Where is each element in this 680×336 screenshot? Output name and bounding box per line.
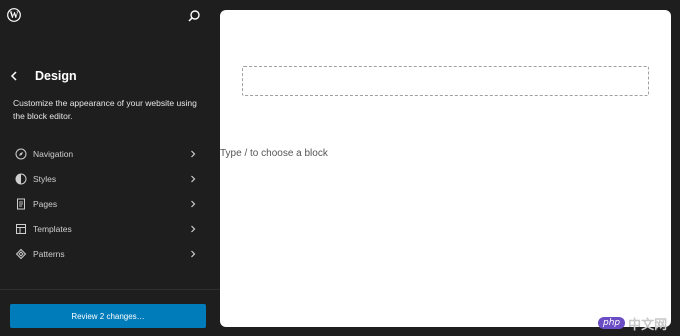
wordpress-logo-icon[interactable]: W (7, 8, 21, 22)
svg-text:W: W (10, 10, 19, 20)
site-watermark: php 中文网 (598, 313, 667, 333)
design-nav: Navigation Styles Pages Templates Patter… (0, 141, 220, 266)
search-icon[interactable] (187, 9, 201, 23)
sidebar-item-label: Templates (33, 223, 72, 234)
back-chevron-icon[interactable] (10, 69, 20, 83)
chevron-right-icon (190, 174, 198, 184)
chevron-right-icon (190, 249, 198, 259)
sidebar-item-label: Patterns (33, 248, 65, 259)
chevron-right-icon (190, 149, 198, 159)
sidebar-item-pages[interactable]: Pages (0, 191, 220, 216)
navigation-icon (15, 148, 27, 160)
sidebar-header: Design (10, 67, 77, 85)
review-changes-button[interactable]: Review 2 changes… (10, 304, 206, 328)
design-sidebar: W Design Customize the appearance of you… (0, 0, 220, 336)
empty-block-placeholder[interactable] (242, 66, 649, 96)
watermark-text: 中文网 (628, 317, 668, 333)
sidebar-description: Customize the appearance of your website… (13, 98, 197, 121)
chevron-right-icon (190, 199, 198, 209)
patterns-icon (15, 248, 27, 260)
sidebar-divider (0, 289, 220, 290)
templates-icon (15, 223, 27, 235)
block-appender-prompt[interactable]: Type / to choose a block (220, 148, 328, 159)
sidebar-item-styles[interactable]: Styles (0, 166, 220, 191)
chevron-right-icon (190, 224, 198, 234)
sidebar-item-patterns[interactable]: Patterns (0, 241, 220, 266)
watermark-logo: php (598, 317, 626, 329)
sidebar-item-label: Navigation (33, 148, 74, 159)
pages-icon (15, 198, 27, 210)
sidebar-item-templates[interactable]: Templates (0, 216, 220, 241)
sidebar-item-label: Styles (33, 173, 57, 184)
sidebar-item-label: Pages (33, 198, 58, 209)
sidebar-item-navigation[interactable]: Navigation (0, 141, 220, 166)
styles-icon (15, 173, 27, 185)
page-title: Design (35, 69, 77, 83)
editor-canvas[interactable]: Type / to choose a block (220, 10, 671, 327)
